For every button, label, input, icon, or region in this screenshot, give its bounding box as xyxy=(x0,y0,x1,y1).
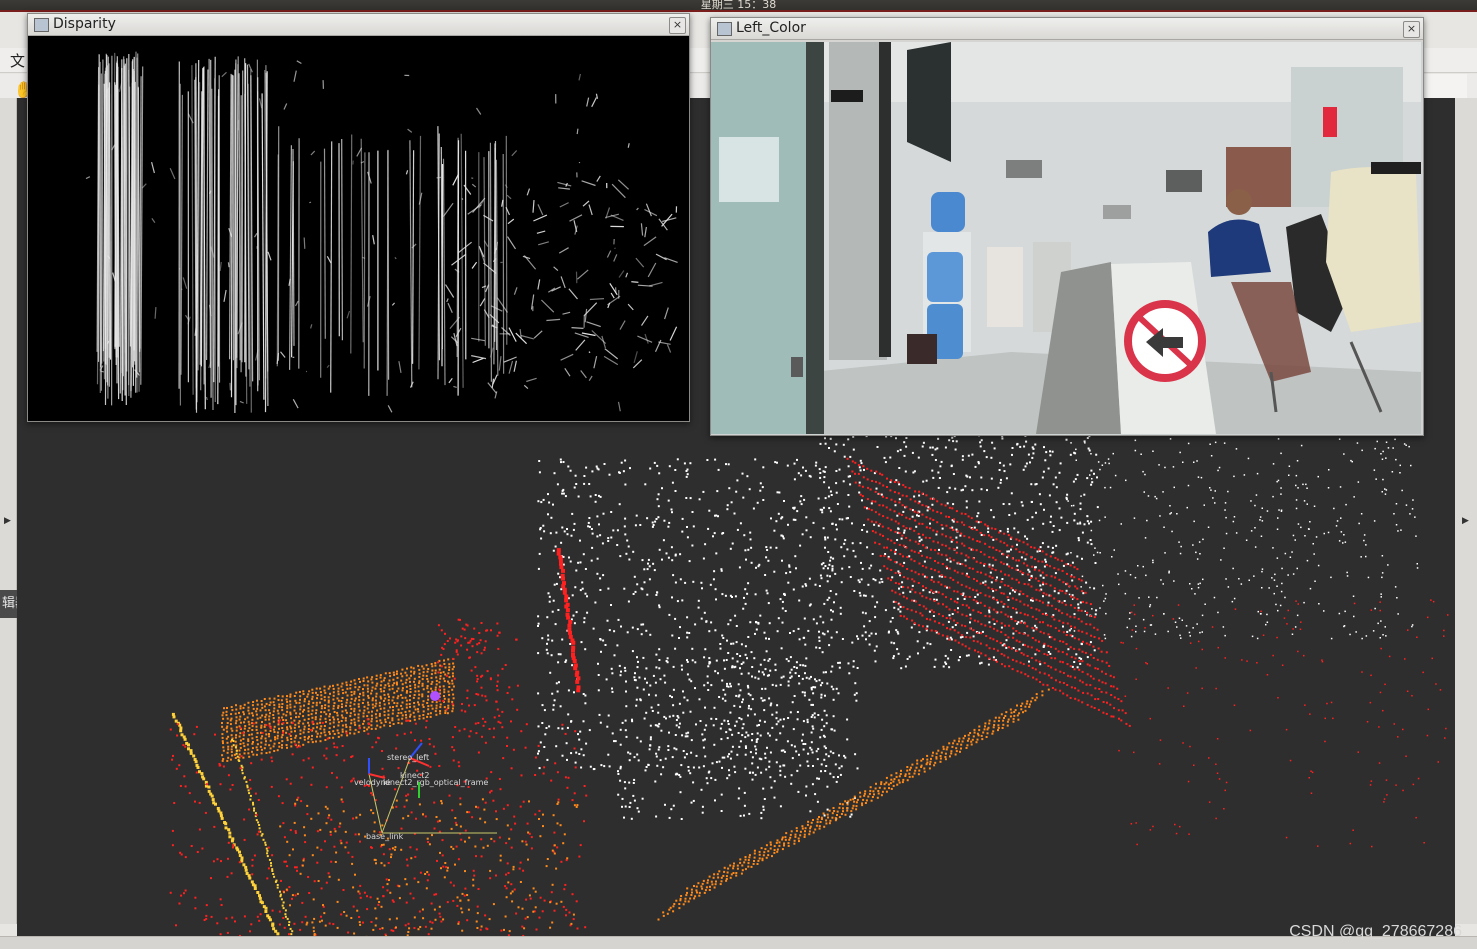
left-color-window[interactable]: Left_Color × xyxy=(710,17,1424,436)
disparity-image xyxy=(28,36,689,421)
window-app-icon xyxy=(717,22,732,36)
expand-left-arrow-icon[interactable]: ▶ xyxy=(4,516,11,526)
system-top-bar: 星期三 15：38 xyxy=(0,0,1477,12)
disparity-close-button[interactable]: × xyxy=(669,17,686,34)
left-color-close-button[interactable]: × xyxy=(1403,21,1420,38)
expand-right-arrow-icon[interactable]: ▶ xyxy=(1462,516,1469,526)
disparity-render xyxy=(28,36,687,420)
csdn-watermark: CSDN @qq_278667286 xyxy=(1289,923,1462,940)
tf-label-base-link: base_link xyxy=(366,832,404,841)
left-color-window-title: Left_Color xyxy=(736,20,806,36)
camera-scene xyxy=(711,42,1421,434)
window-app-icon xyxy=(34,18,49,32)
disparity-titlebar[interactable]: Disparity × xyxy=(28,14,689,36)
right-dock-collapsed[interactable]: ▶ xyxy=(1454,98,1477,924)
left-color-camera-image xyxy=(711,42,1423,435)
tf-label-rgb-optical: kinect2_rgb_optical_frame xyxy=(383,778,488,787)
left-color-titlebar[interactable]: Left_Color × xyxy=(711,18,1423,40)
disparity-window-title: Disparity xyxy=(53,16,116,32)
rviz-status-bar xyxy=(0,936,1477,949)
disparity-window[interactable]: Disparity × xyxy=(27,13,690,422)
tf-label-stereo-left: stereo_left xyxy=(387,753,429,762)
point-cloud xyxy=(169,428,1449,936)
menu-file[interactable]: 文 xyxy=(10,50,25,71)
left-dock-collapsed[interactable]: ▶ xyxy=(0,98,17,924)
wall-tv xyxy=(907,42,951,162)
